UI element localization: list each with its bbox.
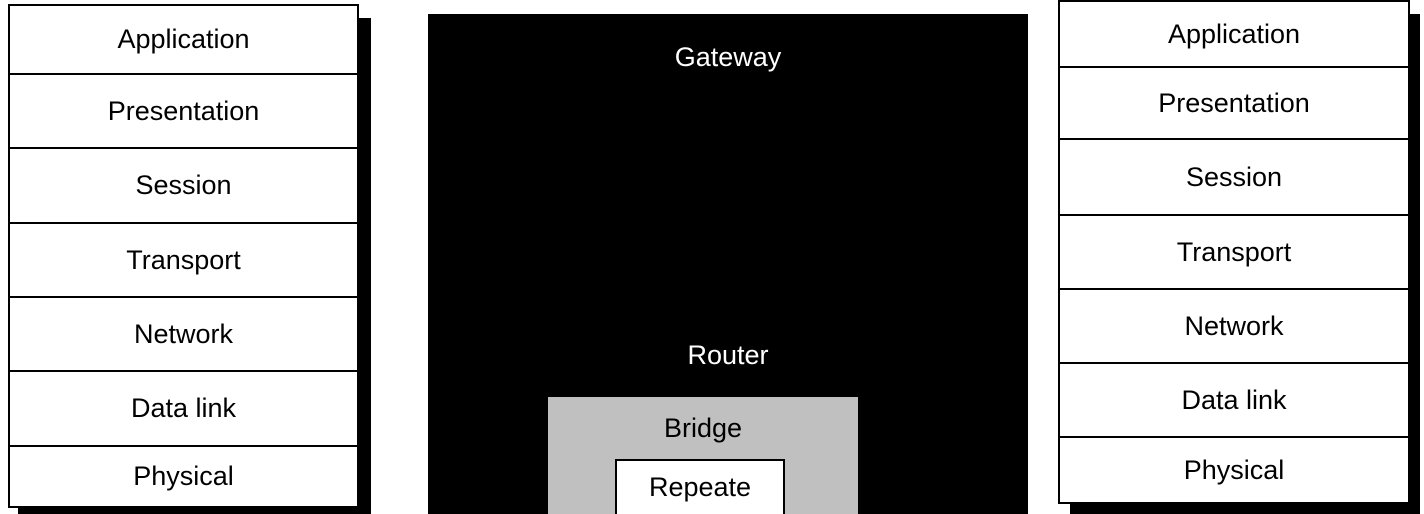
right-layer-label: Network (1184, 310, 1284, 341)
left-layer-network: Network (10, 298, 357, 372)
left-layer-label: Network (133, 318, 234, 349)
left-layer-data-link: Data link (10, 372, 357, 447)
gateway-label: Gateway (674, 42, 782, 72)
right-layer-label: Session (1185, 161, 1283, 192)
right-layer-network: Network (1060, 290, 1408, 364)
right-layer-label: Data link (1181, 384, 1287, 415)
right-layer-label: Application (1167, 18, 1301, 49)
left-layer-session: Session (10, 149, 357, 224)
repeater-box: Repeate (615, 459, 785, 514)
right-layer-label: Physical (1183, 454, 1285, 485)
left-layer-label: Presentation (107, 95, 260, 126)
router-label: Router (687, 340, 769, 370)
left-layer-label: Transport (126, 244, 241, 275)
right-layer-presentation: Presentation (1060, 68, 1408, 140)
repeater-label: Repeate (648, 472, 752, 502)
left-layer-label: Physical (133, 461, 234, 491)
right-layer-transport: Transport (1060, 216, 1408, 290)
right-layer-physical: Physical (1060, 438, 1408, 502)
left-layer-transport: Transport (10, 224, 357, 298)
right-layer-label: Presentation (1158, 87, 1310, 118)
bridge-label: Bridge (663, 413, 743, 443)
left-layer-presentation: Presentation (10, 75, 357, 149)
left-layer-label: Data link (130, 393, 237, 423)
left-layer-physical: Physical (10, 447, 357, 506)
left-layer-label: Session (135, 170, 232, 200)
right-layer-application: Application (1060, 2, 1408, 68)
right-layer-data-link: Data link (1060, 364, 1408, 438)
left-layer-label: Application (117, 24, 250, 54)
right-layer-label: Transport (1176, 236, 1292, 267)
right-layer-session: Session (1060, 140, 1408, 216)
bridge-box: Bridge Repeate (548, 397, 858, 514)
left-layer-application: Application (10, 6, 357, 75)
left-osi-stack: Application Presentation Session Transpo… (8, 4, 359, 508)
right-osi-stack: Application Presentation Session Transpo… (1058, 0, 1410, 504)
